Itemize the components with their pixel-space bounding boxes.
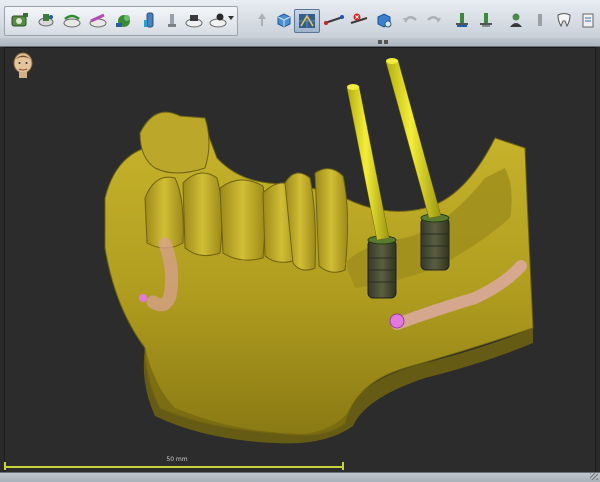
panoramic-curve-icon[interactable] bbox=[60, 9, 84, 31]
measure-distance-icon[interactable] bbox=[322, 9, 346, 31]
undo-icon[interactable] bbox=[398, 9, 422, 31]
user-tool-icon[interactable] bbox=[504, 9, 528, 31]
grid-view-icon[interactable] bbox=[294, 9, 320, 33]
orientation-head-icon[interactable] bbox=[11, 52, 35, 82]
move-tool-icon[interactable] bbox=[250, 9, 274, 31]
export-icon[interactable] bbox=[576, 9, 600, 31]
disabled-tool-icon[interactable] bbox=[160, 9, 184, 31]
surface-model-icon[interactable] bbox=[112, 9, 136, 31]
tooth bbox=[314, 168, 349, 273]
render-icon[interactable] bbox=[372, 9, 396, 31]
redo-icon[interactable] bbox=[422, 9, 446, 31]
add-implant-icon[interactable] bbox=[450, 9, 474, 31]
guide-design-icon[interactable] bbox=[206, 9, 230, 31]
scale-bar-tick bbox=[4, 462, 6, 470]
tooth bbox=[219, 179, 266, 261]
tooth-icon[interactable] bbox=[552, 9, 576, 31]
prosthetic-icon[interactable] bbox=[182, 9, 206, 31]
scale-bar-tick bbox=[342, 462, 344, 470]
clear-measure-icon[interactable] bbox=[348, 9, 372, 31]
splitter-bar[interactable] bbox=[0, 38, 600, 47]
new-scan-icon[interactable] bbox=[8, 9, 32, 31]
3d-scene bbox=[104, 58, 534, 444]
tooth bbox=[144, 176, 184, 249]
view-3d-icon[interactable] bbox=[272, 9, 296, 31]
segment-icon[interactable] bbox=[34, 9, 58, 31]
nerve-marker-left bbox=[139, 294, 147, 302]
nerve-canal-icon[interactable] bbox=[86, 9, 110, 31]
scale-bar bbox=[4, 466, 344, 468]
resize-grip-icon[interactable] bbox=[590, 473, 598, 480]
implant-library-icon[interactable] bbox=[138, 9, 162, 31]
tooth bbox=[139, 111, 210, 174]
3d-viewport[interactable] bbox=[4, 47, 596, 474]
disabled-tool-icon-2[interactable] bbox=[528, 9, 552, 31]
tooth bbox=[182, 172, 223, 257]
remove-implant-icon[interactable] bbox=[474, 9, 498, 31]
scale-bar-label: 50 mm bbox=[166, 456, 188, 463]
splitter-grip-icon[interactable] bbox=[378, 40, 394, 44]
nerve-marker bbox=[389, 313, 405, 329]
toolbar-overflow-icon[interactable] bbox=[228, 16, 234, 20]
